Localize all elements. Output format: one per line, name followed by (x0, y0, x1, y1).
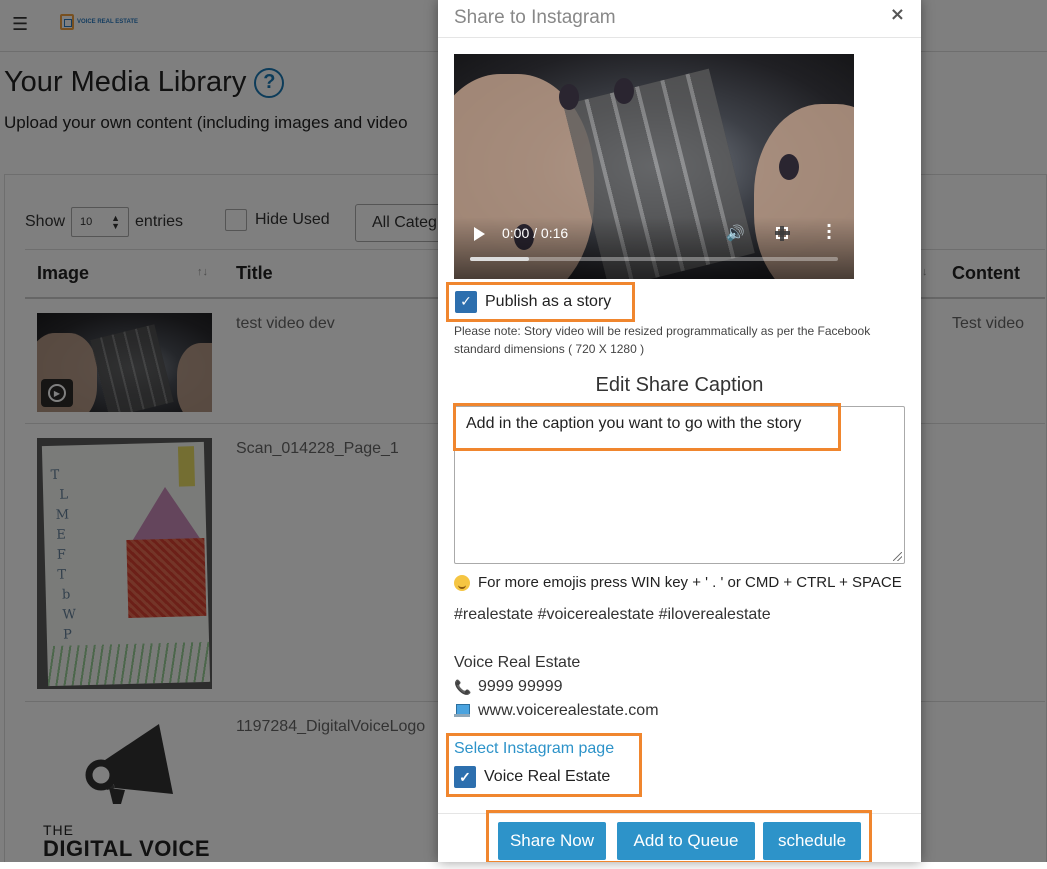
video-player[interactable]: 0:00 / 0:16 🔊 · · · (454, 54, 854, 279)
contact-website: www.voicerealestate.com (454, 702, 659, 720)
hashtags: #realestate #voicerealestate #ilovereale… (454, 606, 771, 623)
emoji-tip: For more emojis press WIN key + ' . ' or… (454, 574, 902, 591)
video-controls: 0:00 / 0:16 🔊 · · · (454, 217, 854, 279)
caption-heading: Edit Share Caption (595, 374, 764, 396)
instagram-page-option[interactable]: ✓ Voice Real Estate (454, 766, 610, 788)
contact-phone-text: 9999 99999 (478, 678, 563, 695)
fullscreen-icon[interactable] (775, 226, 790, 241)
emoji-tip-text: For more emojis press WIN key + ' . ' or… (478, 574, 902, 591)
caption-text[interactable]: Add in the caption you want to go with t… (466, 415, 801, 433)
close-icon[interactable]: × (890, 4, 905, 25)
publish-story-highlight: ✓ Publish as a story (446, 282, 635, 322)
instagram-page-checkbox[interactable]: ✓ (454, 766, 476, 788)
laptop-icon (454, 704, 470, 718)
phone-icon: 📞 (454, 679, 472, 695)
video-progress-bar[interactable] (470, 257, 838, 261)
volume-icon[interactable]: 🔊 (726, 224, 745, 242)
more-options-icon[interactable]: · · · (826, 218, 832, 246)
modal-header: Share to Instagram × (438, 0, 921, 38)
smiley-icon (454, 574, 470, 591)
video-nail (779, 154, 799, 180)
publish-story-checkbox[interactable]: ✓ (455, 291, 477, 313)
video-nail (559, 84, 579, 110)
add-to-queue-button[interactable]: Add to Queue (617, 822, 755, 860)
share-now-button[interactable]: Share Now (498, 822, 606, 860)
instagram-page-option-label[interactable]: Voice Real Estate (484, 768, 610, 786)
contact-website-text: www.voicerealestate.com (478, 702, 659, 719)
resize-grip-icon[interactable] (893, 552, 902, 561)
modal-title: Share to Instagram (454, 7, 616, 28)
contact-phone: 📞 9999 99999 (454, 678, 563, 696)
contact-name: Voice Real Estate (454, 654, 581, 671)
share-instagram-modal: Share to Instagram × 0:00 / 0:16 🔊 · · · ✓… (438, 0, 921, 862)
video-nail (614, 78, 634, 104)
schedule-button[interactable]: schedule (763, 822, 861, 860)
video-time: 0:00 / 0:16 (502, 225, 569, 241)
video-progress-fill (470, 257, 529, 261)
story-note: Please note: Story video will be resized… (454, 324, 871, 356)
publish-story-label[interactable]: Publish as a story (485, 293, 611, 311)
select-instagram-page-label: Select Instagram page (454, 740, 615, 757)
play-icon[interactable] (474, 227, 485, 241)
